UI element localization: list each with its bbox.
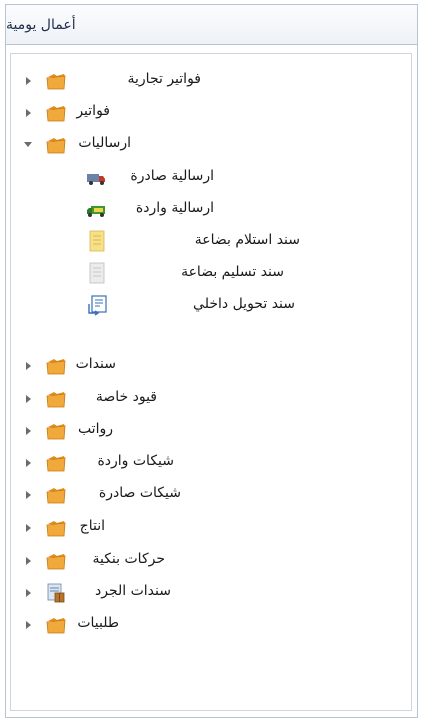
tree-node-label: رواتب [77, 421, 113, 437]
receipt-document-icon [87, 230, 109, 252]
tree-node-label: قيود خاصة [95, 389, 157, 405]
tree-node-internal-transfer[interactable]: سند تحويل داخلي [11, 290, 411, 322]
folder-icon [45, 421, 67, 441]
outgoing-truck-icon [85, 168, 107, 188]
collapsed-chevron-icon[interactable] [23, 107, 35, 119]
tree-node-label: سند استلام بضاعة [194, 232, 300, 248]
tree-node-label: شيكات صادرة [98, 485, 181, 501]
collapsed-chevron-icon[interactable] [23, 619, 35, 631]
expanded-chevron-icon[interactable] [22, 139, 34, 151]
tree-node-label: سند تسليم بضاعة [181, 264, 284, 280]
tree-node-vouchers[interactable]: سندات [11, 350, 411, 382]
tree-node-outgoing-checks[interactable]: شيكات صادرة [11, 479, 411, 511]
collapsed-chevron-icon[interactable] [23, 489, 35, 501]
incoming-truck-icon [85, 200, 107, 220]
tree-node-label: سندات [75, 356, 116, 372]
tree-view[interactable]: فواتير تجارية فواتير ارساليات ارسالية صا… [10, 53, 412, 711]
folder-icon [45, 485, 67, 505]
folder-icon [45, 551, 67, 571]
panel-title: أعمال يومية [6, 16, 76, 33]
tree-node-shipments[interactable]: ارساليات [11, 129, 411, 161]
folder-icon [45, 518, 67, 538]
collapsed-chevron-icon[interactable] [23, 425, 35, 437]
tree-node-goods-delivery[interactable]: سند تسليم بضاعة [11, 258, 411, 290]
tree-node-goods-receipt[interactable]: سند استلام بضاعة [11, 226, 411, 258]
collapsed-chevron-icon[interactable] [23, 457, 35, 469]
tree-node-label: شيكات واردة [97, 453, 174, 469]
tree-node-label: حركات بنكية [92, 551, 165, 567]
folder-icon [45, 615, 67, 635]
inventory-icon [45, 582, 67, 603]
folder-icon [45, 356, 67, 376]
tree-node-label: ارساليات [78, 135, 131, 151]
collapsed-chevron-icon[interactable] [23, 360, 35, 372]
tree-node-label: ارسالية صادرة [130, 168, 214, 184]
tree-node-salaries[interactable]: رواتب [11, 415, 411, 447]
folder-icon [45, 103, 67, 123]
tree-node-label: سندات الجرد [95, 583, 171, 599]
tree-node-outgoing-shipment[interactable]: ارسالية صادرة [11, 162, 411, 194]
tree-node-bank-transactions[interactable]: حركات بنكية [11, 545, 411, 577]
tree-node-incoming-checks[interactable]: شيكات واردة [11, 447, 411, 479]
tree-node-label: طلبيات [77, 615, 119, 631]
tree-node-label: انتاج [79, 518, 105, 534]
folder-icon [45, 135, 67, 155]
tree-node-label: فواتير تجارية [127, 71, 201, 87]
tree-node-label: فواتير [76, 103, 110, 119]
collapsed-chevron-icon[interactable] [23, 522, 35, 534]
folder-icon [45, 453, 67, 473]
tree-node-incoming-shipment[interactable]: ارسالية واردة [11, 194, 411, 226]
internal-transfer-icon [87, 294, 109, 316]
delivery-document-icon [87, 262, 109, 284]
tree-node-orders[interactable]: طلبيات [11, 609, 411, 641]
collapsed-chevron-icon[interactable] [23, 555, 35, 567]
folder-icon [45, 71, 67, 91]
folder-icon [45, 389, 67, 409]
tree-node-inventory-vouchers[interactable]: سندات الجرد [11, 577, 411, 609]
tree-node-special-entries[interactable]: قيود خاصة [11, 383, 411, 415]
tree-node-label: سند تحويل داخلي [193, 296, 295, 312]
collapsed-chevron-icon[interactable] [23, 393, 35, 405]
daily-operations-panel: أعمال يومية فواتير تجارية فواتير ارساليا… [5, 4, 418, 718]
tree-node-commercial-invoices[interactable]: فواتير تجارية [11, 65, 411, 97]
collapsed-chevron-icon[interactable] [23, 587, 35, 599]
tree-node-invoices[interactable]: فواتير [11, 97, 411, 129]
panel-header: أعمال يومية [6, 5, 417, 45]
collapsed-chevron-icon[interactable] [23, 75, 35, 87]
tree-node-production[interactable]: انتاج [11, 512, 411, 544]
tree-node-label: ارسالية واردة [135, 200, 214, 216]
